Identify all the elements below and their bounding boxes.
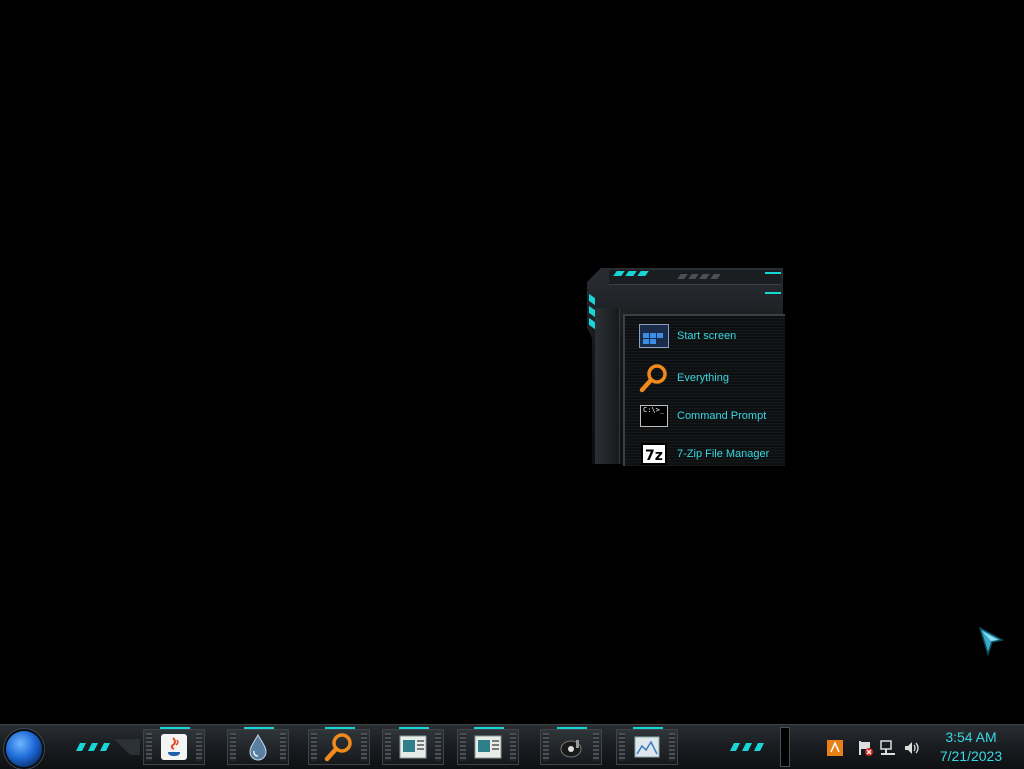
menu-item-label: Start screen — [677, 330, 737, 342]
command-prompt-icon: C:\>_ — [639, 403, 669, 429]
java-icon — [161, 734, 187, 760]
start-menu-side-rail — [595, 308, 620, 464]
frame-decoration — [765, 292, 781, 294]
taskbar-button-water[interactable] — [227, 727, 289, 765]
mouse-cursor-icon — [978, 626, 1004, 656]
taskbar-decoration — [76, 739, 140, 755]
taskbar-button-document-2[interactable] — [457, 727, 519, 765]
taskbar-decoration — [730, 743, 764, 751]
taskbar-button-document[interactable] — [382, 727, 444, 765]
action-center-flag-icon[interactable] — [856, 739, 874, 757]
start-orb-icon[interactable] — [6, 731, 42, 767]
7zip-icon: 7z — [639, 441, 669, 467]
menu-item-label: Command Prompt — [677, 410, 767, 422]
menu-item-label: Everything — [677, 372, 729, 384]
menu-item-everything[interactable]: Everything — [639, 363, 729, 393]
frame-decoration — [765, 272, 781, 274]
clock-time[interactable]: 3:54 AM — [926, 729, 1016, 745]
media-player-icon — [560, 740, 582, 758]
menu-item-label: 7-Zip File Manager — [677, 448, 770, 460]
menu-item-command-prompt[interactable]: C:\>_ Command Prompt — [639, 401, 766, 431]
everything-search-icon — [324, 733, 352, 762]
image-viewer-icon — [634, 736, 660, 758]
start-screen-icon — [639, 323, 669, 349]
taskbar-button-image-viewer[interactable] — [616, 727, 678, 765]
water-drop-icon — [249, 733, 267, 761]
magnifier-icon — [639, 364, 669, 393]
taskbar-button-everything[interactable] — [308, 727, 370, 765]
network-icon[interactable] — [879, 739, 897, 757]
start-menu-panel: Start screen Everything C:\>_ Command Pr… — [587, 268, 785, 466]
menu-item-7zip[interactable]: 7z 7-Zip File Manager — [639, 439, 769, 469]
show-desktop-button[interactable] — [780, 727, 790, 767]
taskbar-button-java[interactable] — [143, 727, 205, 765]
clock-date[interactable]: 7/21/2023 — [926, 748, 1016, 764]
document-window-icon-2 — [474, 735, 502, 759]
volume-icon[interactable] — [903, 739, 921, 757]
taskbar: 3:54 AM 7/21/2023 — [0, 724, 1024, 769]
document-window-icon — [399, 735, 427, 759]
taskbar-button-media[interactable] — [540, 727, 602, 765]
menu-item-start-screen[interactable]: Start screen — [639, 321, 736, 351]
update-icon[interactable] — [826, 739, 844, 757]
desktop: Start screen Everything C:\>_ Command Pr… — [0, 0, 1024, 724]
